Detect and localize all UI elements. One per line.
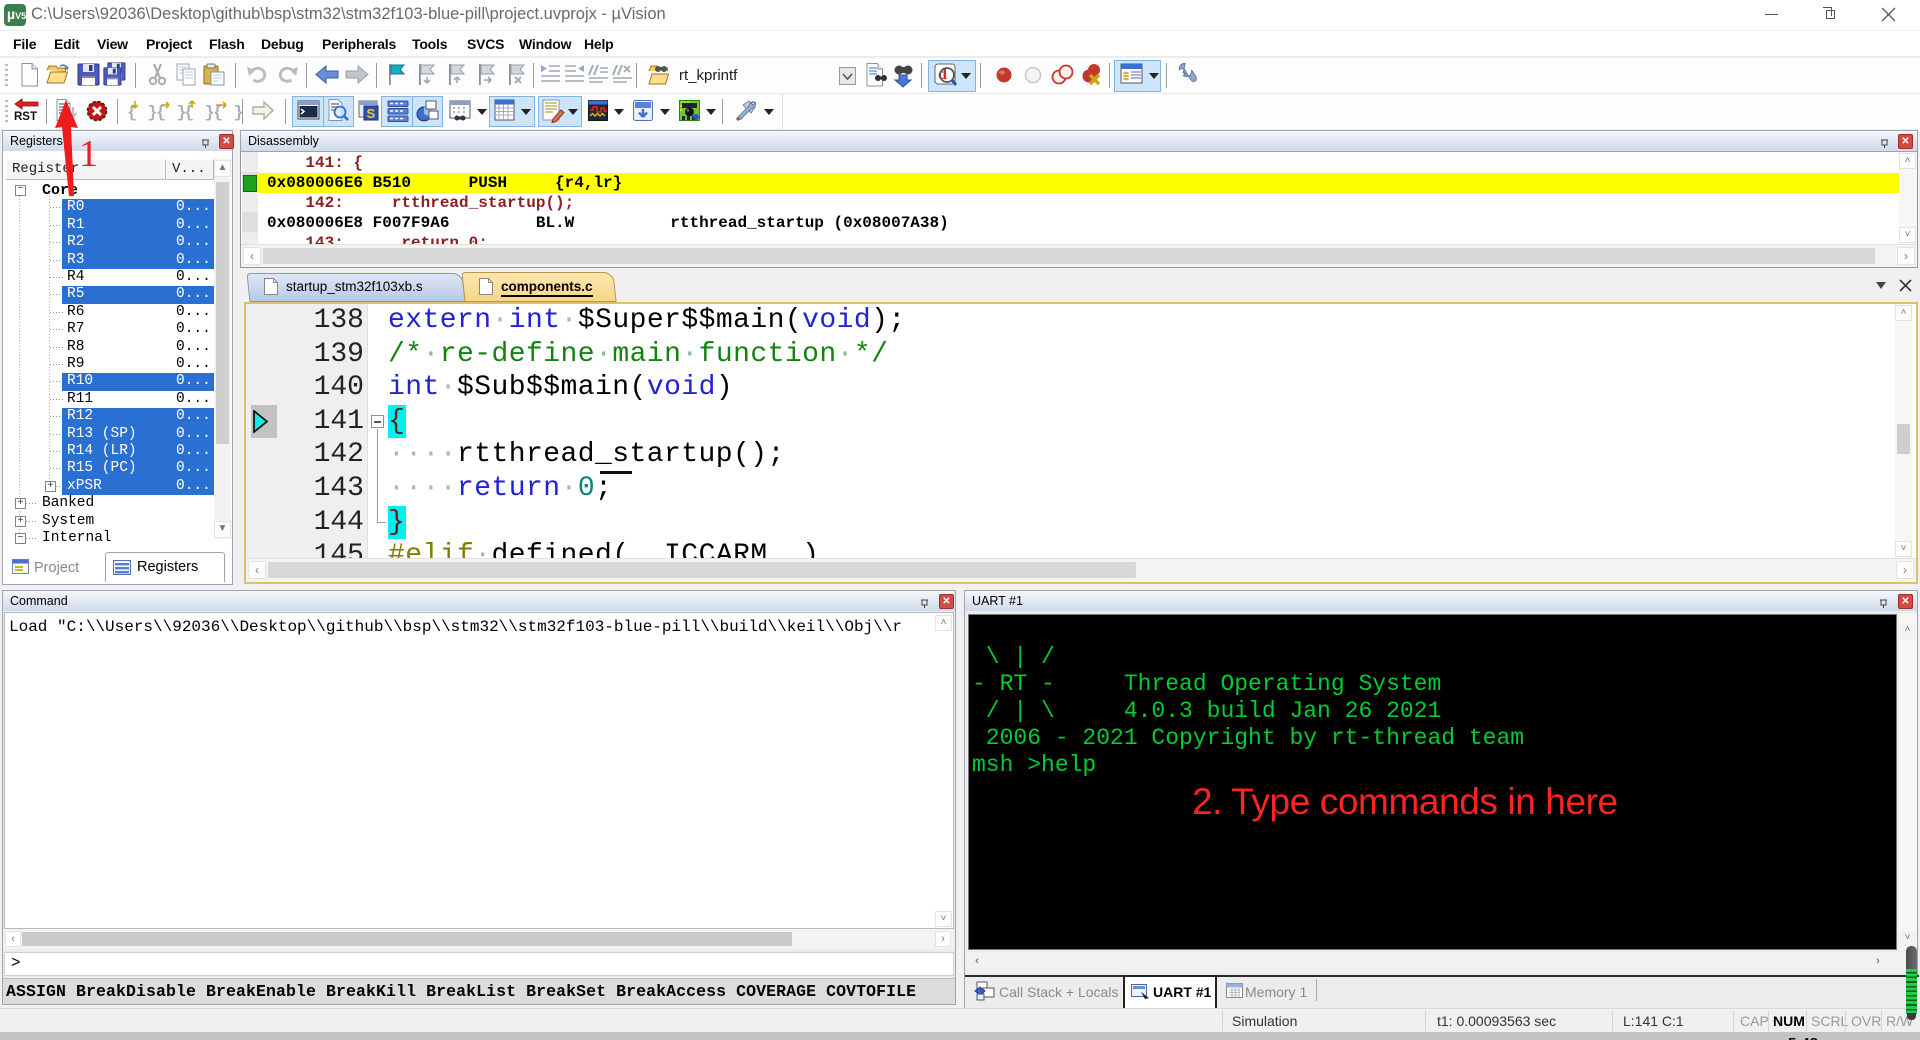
svg-text:{ }: { } — [213, 104, 244, 123]
svg-text:{ }: { } — [156, 104, 187, 123]
svg-text:RST: RST — [14, 111, 37, 123]
svg-text:{ }: { } — [127, 104, 158, 123]
svg-text:S: S — [367, 106, 376, 121]
svg-text:{ }: { } — [184, 104, 215, 123]
